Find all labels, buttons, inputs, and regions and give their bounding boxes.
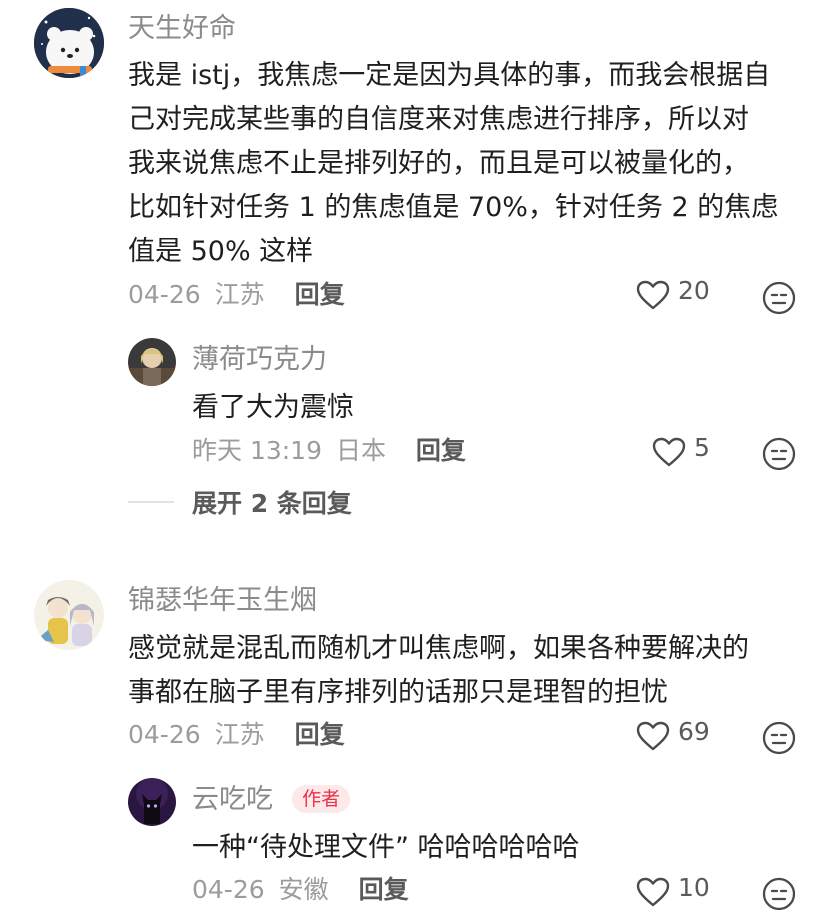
reply-meta: 昨天 13:19 日本 回复 [192, 434, 466, 468]
avatar-illustration-image [34, 580, 104, 650]
divider-line [128, 501, 174, 503]
comment-text-line: 比如针对任务 1 的焦虑值是 70%，针对任务 2 的焦虑 [128, 192, 779, 223]
reply-text: 一种“待处理文件” 哈哈哈哈哈哈 [192, 832, 580, 863]
like-button[interactable]: 20 [636, 276, 710, 310]
reply-meta: 04-26 安徽 回复 [192, 873, 409, 907]
comment-text-line: 我来说焦虑不止是排列好的，而且是可以被量化的， [128, 148, 749, 179]
heart-outline-icon [636, 280, 670, 310]
like-button[interactable]: 5 [652, 433, 710, 467]
comment-location: 江苏 [214, 280, 265, 309]
comment-meta: 04-26 江苏 回复 [128, 718, 345, 752]
avatar[interactable] [34, 580, 104, 650]
avatar-person-image [128, 338, 176, 386]
like-button[interactable]: 69 [636, 717, 710, 751]
comment-item: 天生好命 我是 istj，我焦虑一定是因为具体的事，而我会根据自 己对完成某些事… [0, 0, 828, 540]
like-count: 20 [678, 275, 710, 305]
like-button[interactable]: 10 [636, 873, 710, 907]
unamused-face-icon[interactable] [762, 721, 796, 755]
comment-text-line: 我是 istj，我焦虑一定是因为具体的事，而我会根据自 [128, 60, 771, 91]
reply-date: 04-26 [192, 875, 265, 904]
reply-location: 安徽 [278, 875, 329, 904]
comment-meta: 04-26 江苏 回复 [128, 278, 345, 312]
avatar-bear-image [34, 8, 104, 78]
heart-outline-icon [652, 437, 686, 467]
comment-text-line: 感觉就是混乱而随机才叫焦虑啊，如果各种要解决的 [128, 633, 749, 664]
like-count: 69 [678, 716, 710, 746]
comment-date: 04-26 [128, 720, 201, 749]
reply-button[interactable]: 回复 [295, 720, 345, 749]
like-count: 5 [694, 432, 710, 462]
comment-date: 04-26 [128, 280, 201, 309]
comment-text-line: 己对完成某些事的自信度来对焦虑进行排序，所以对 [128, 104, 749, 135]
comment-username[interactable]: 天生好命 [128, 12, 236, 46]
like-count: 10 [678, 872, 710, 902]
reply-button[interactable]: 回复 [295, 280, 345, 309]
reply-button[interactable]: 回复 [359, 875, 409, 904]
unamused-face-icon[interactable] [762, 437, 796, 471]
avatar[interactable] [34, 8, 104, 78]
avatar[interactable] [128, 778, 176, 826]
reply-header: 云吃吃 作者 [192, 783, 351, 817]
expand-replies-button[interactable]: 展开 2 条回复 [128, 484, 352, 520]
expand-replies-label: 展开 2 条回复 [192, 489, 352, 518]
unamused-face-icon[interactable] [762, 281, 796, 315]
heart-outline-icon [636, 721, 670, 751]
comment-text-line: 值是 50% 这样 [128, 236, 314, 267]
comment-text-line: 事都在脑子里有序排列的话那只是理智的担忧 [128, 677, 668, 708]
avatar[interactable] [128, 338, 176, 386]
reply-button[interactable]: 回复 [416, 436, 466, 465]
reply-username[interactable]: 云吃吃 [192, 784, 273, 815]
heart-outline-icon [636, 877, 670, 907]
reply-location: 日本 [335, 436, 386, 465]
reply-text: 看了大为震惊 [192, 392, 354, 423]
author-badge: 作者 [292, 785, 351, 813]
unamused-face-icon[interactable] [762, 877, 796, 911]
avatar-cat-image [128, 778, 176, 826]
reply-date: 昨天 13:19 [192, 436, 322, 465]
reply-username[interactable]: 薄荷巧克力 [192, 343, 327, 377]
comment-location: 江苏 [214, 720, 265, 749]
comment-username[interactable]: 锦瑟华年玉生烟 [128, 584, 317, 618]
